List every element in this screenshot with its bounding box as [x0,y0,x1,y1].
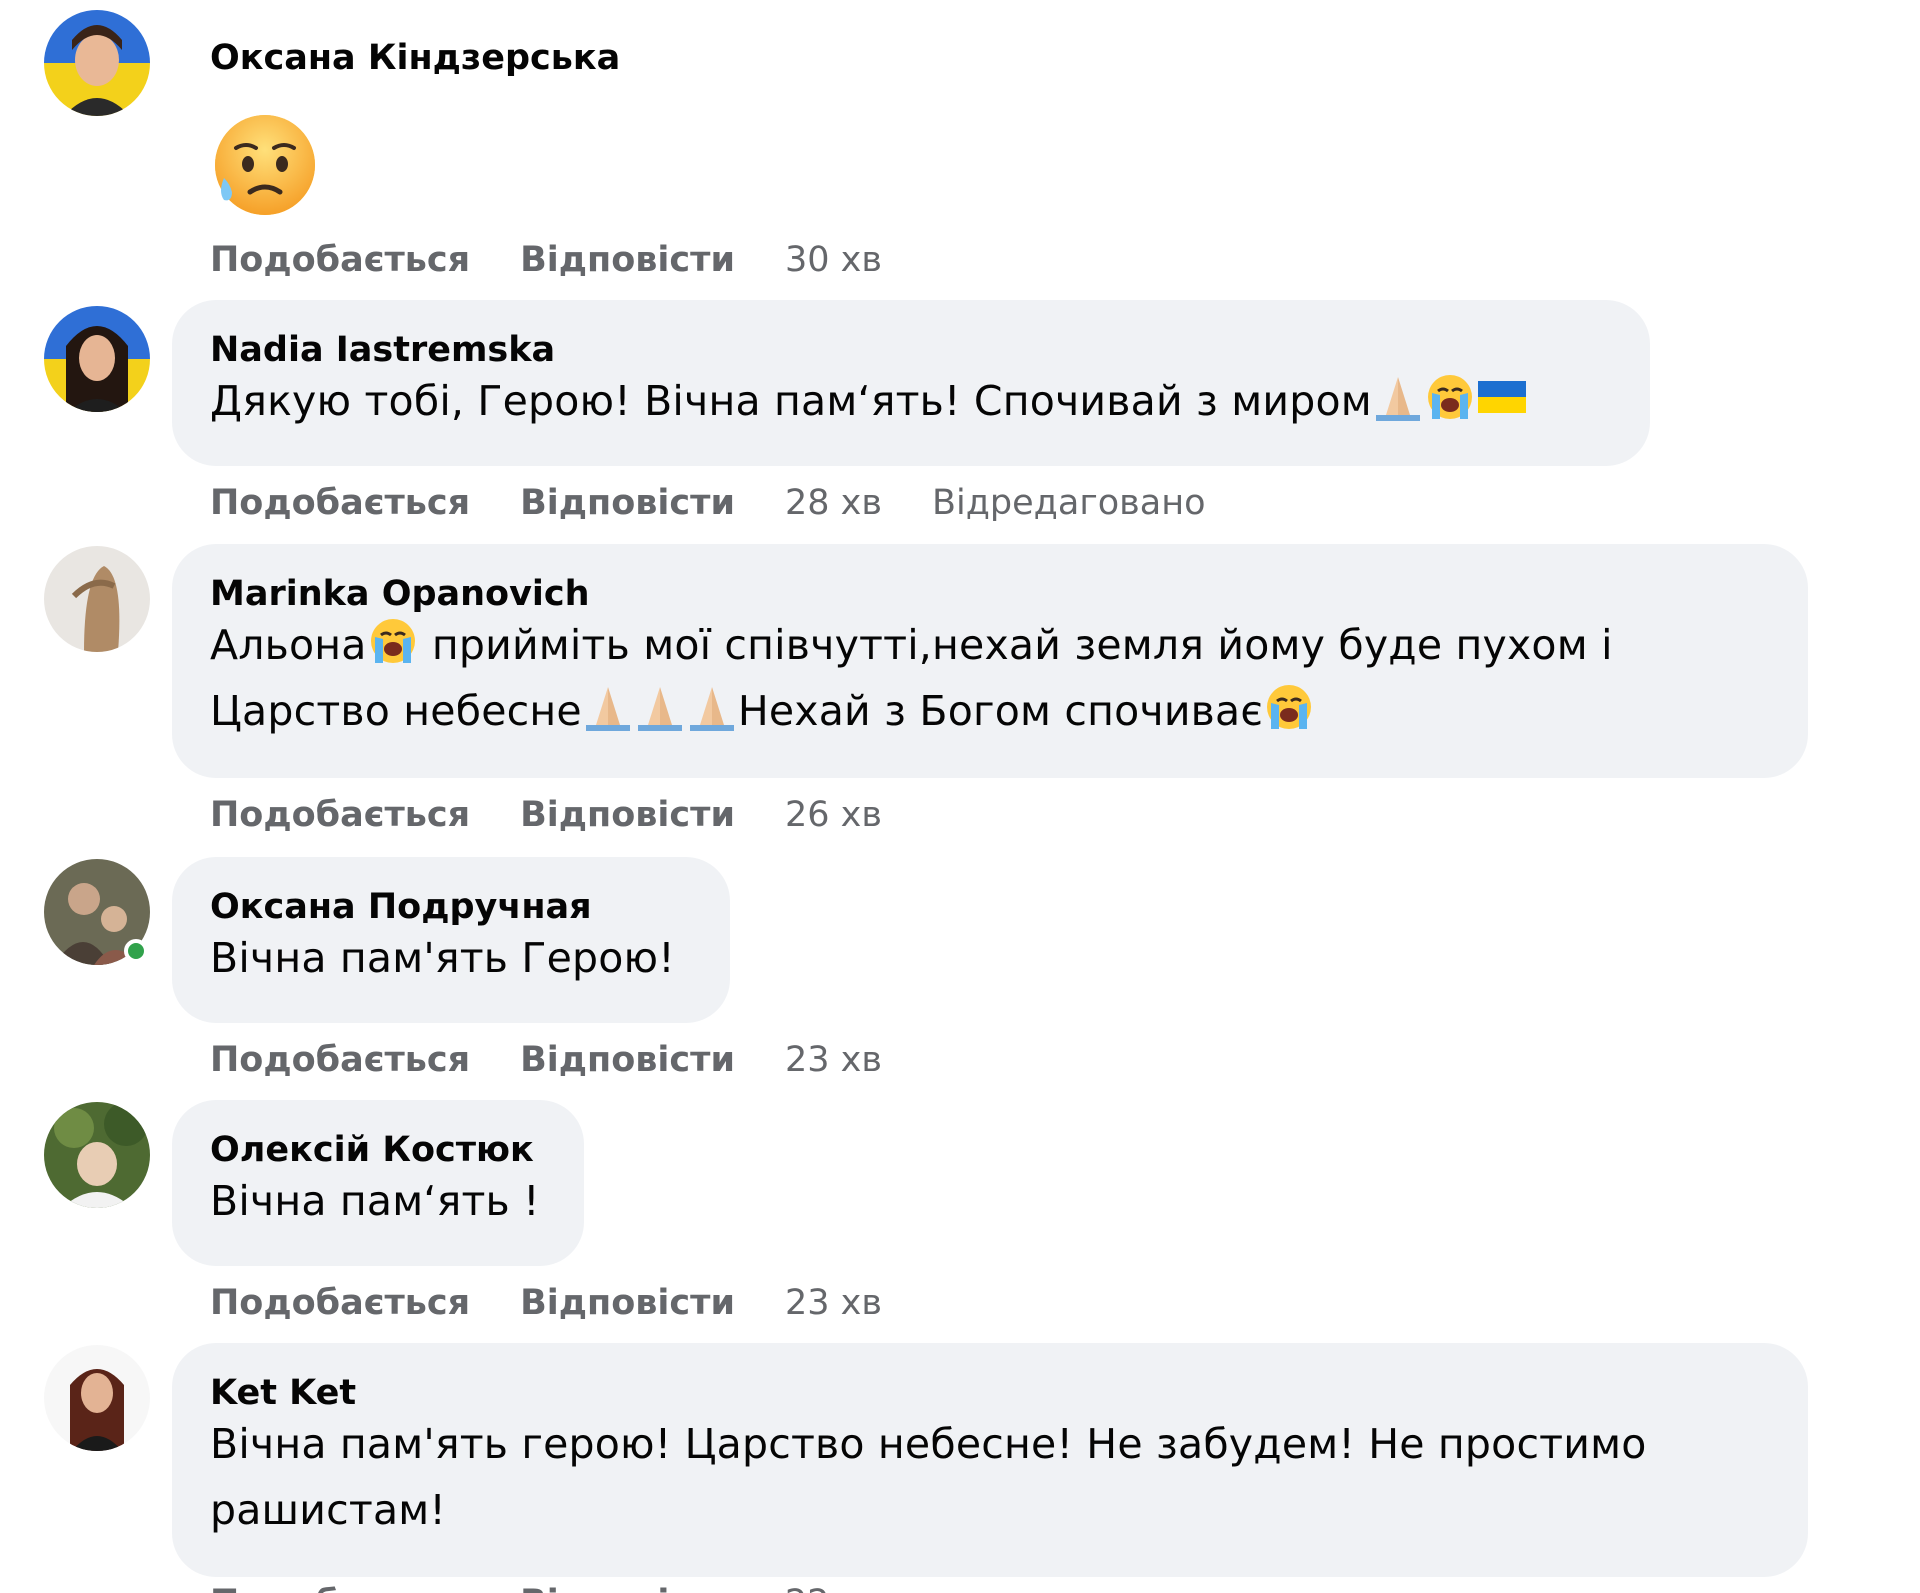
comment-text-body: Дякую тобі, Герою! Вічна пам‘ять! Спочив… [210,377,1372,425]
folded-hands-icon [582,681,634,733]
avatar[interactable] [44,1345,150,1451]
comment-timestamp[interactable]: 23 хв [785,1281,882,1325]
like-button[interactable]: Подобається [210,1281,470,1325]
comment-bubble: Marinka Opanovich Альона прийміть мої сп… [172,544,1808,778]
avatar[interactable] [44,546,150,652]
comment-actions: Подобається Відповісти 26 хв [210,793,932,837]
comment-bubble: Nadia Iastremska Дякую тобі, Герою! Вічн… [172,300,1650,466]
comment-text: Вічна пам‘ять ! [210,1177,540,1225]
ukraine-flag-icon [1476,371,1528,423]
folded-hands-icon [686,681,738,733]
online-status-indicator [124,939,148,963]
comment-text-segment: Царство небесне [210,687,582,735]
comment-thread: Оксана Кіндзерська Подобається Відповіст… [0,0,1920,1593]
comment-text: Дякую тобі, Герою! Вічна пам‘ять! Спочив… [210,368,1614,434]
comment-text-segment: прийміть мої співчутті,нехай земля йому … [418,621,1613,669]
comment-author[interactable]: Оксана Подручная [210,885,694,929]
comment-actions: Подобається Відповісти 22 хв [210,1581,932,1593]
comment-actions: Подобається Відповісти 30 хв [210,238,932,282]
comment-text: Вічна пам'ять герою! Царство небесне! Не… [210,1411,1772,1543]
loudly-crying-face-icon [367,615,419,667]
comment-text-segment: рашистам! [210,1486,447,1534]
folded-hands-icon [634,681,686,733]
like-button[interactable]: Подобається [210,238,470,282]
comment-author[interactable]: Marinka Opanovich [210,572,1772,616]
like-button[interactable]: Подобається [210,1038,470,1082]
comment-author[interactable]: Nadia Iastremska [210,328,1614,372]
avatar[interactable] [44,1102,150,1208]
comment-actions: Подобається Відповісти 23 хв [210,1281,932,1325]
reply-button[interactable]: Відповісти [520,481,735,525]
comment-bubble: Ket Ket Вічна пам'ять герою! Царство неб… [172,1343,1808,1577]
loudly-crying-face-icon [1424,371,1476,423]
comment-author[interactable]: Оксана Кіндзерська [210,36,620,80]
comment-author[interactable]: Олексій Костюк [210,1128,548,1172]
comment-bubble: Олексій Костюк Вічна пам‘ять ! [172,1100,584,1266]
comment-timestamp[interactable]: 23 хв [785,1038,882,1082]
reply-button[interactable]: Відповісти [520,1038,735,1082]
reply-button[interactable]: Відповісти [520,1581,735,1593]
avatar[interactable] [44,306,150,412]
reply-button[interactable]: Відповісти [520,1281,735,1325]
reply-button[interactable]: Відповісти [520,238,735,282]
sad-relieved-face-icon [210,110,320,220]
comment-actions: Подобається Відповісти 23 хв [210,1038,932,1082]
comment-bubble: Оксана Кіндзерська [172,10,656,80]
folded-hands-icon [1372,371,1424,423]
comment-timestamp[interactable]: 26 хв [785,793,882,837]
comment-text: Вічна пам'ять Герою! [210,934,675,982]
comment-actions: Подобається Відповісти 28 хв Відредаговано [210,481,1256,525]
edited-label[interactable]: Відредаговано [932,481,1206,525]
comment-text-segment: Нехай з Богом спочиває [737,687,1264,735]
comment-author[interactable]: Ket Ket [210,1371,1772,1415]
like-button[interactable]: Подобається [210,1581,470,1593]
like-button[interactable]: Подобається [210,793,470,837]
loudly-crying-face-icon [1263,681,1315,733]
comment-text-segment: Альона [210,621,367,669]
comment-timestamp[interactable]: 30 хв [785,238,882,282]
comment-timestamp[interactable]: 28 хв [785,481,882,525]
avatar[interactable] [44,10,150,116]
comment-text: Альона прийміть мої співчутті,нехай земл… [210,612,1772,744]
like-button[interactable]: Подобається [210,481,470,525]
comment-bubble: Оксана Подручная Вічна пам'ять Герою! [172,857,730,1023]
avatar[interactable] [44,859,150,965]
comment-timestamp[interactable]: 22 хв [785,1581,882,1593]
reply-button[interactable]: Відповісти [520,793,735,837]
comment-text-segment: Вічна пам'ять герою! Царство небесне! Не… [210,1420,1647,1468]
